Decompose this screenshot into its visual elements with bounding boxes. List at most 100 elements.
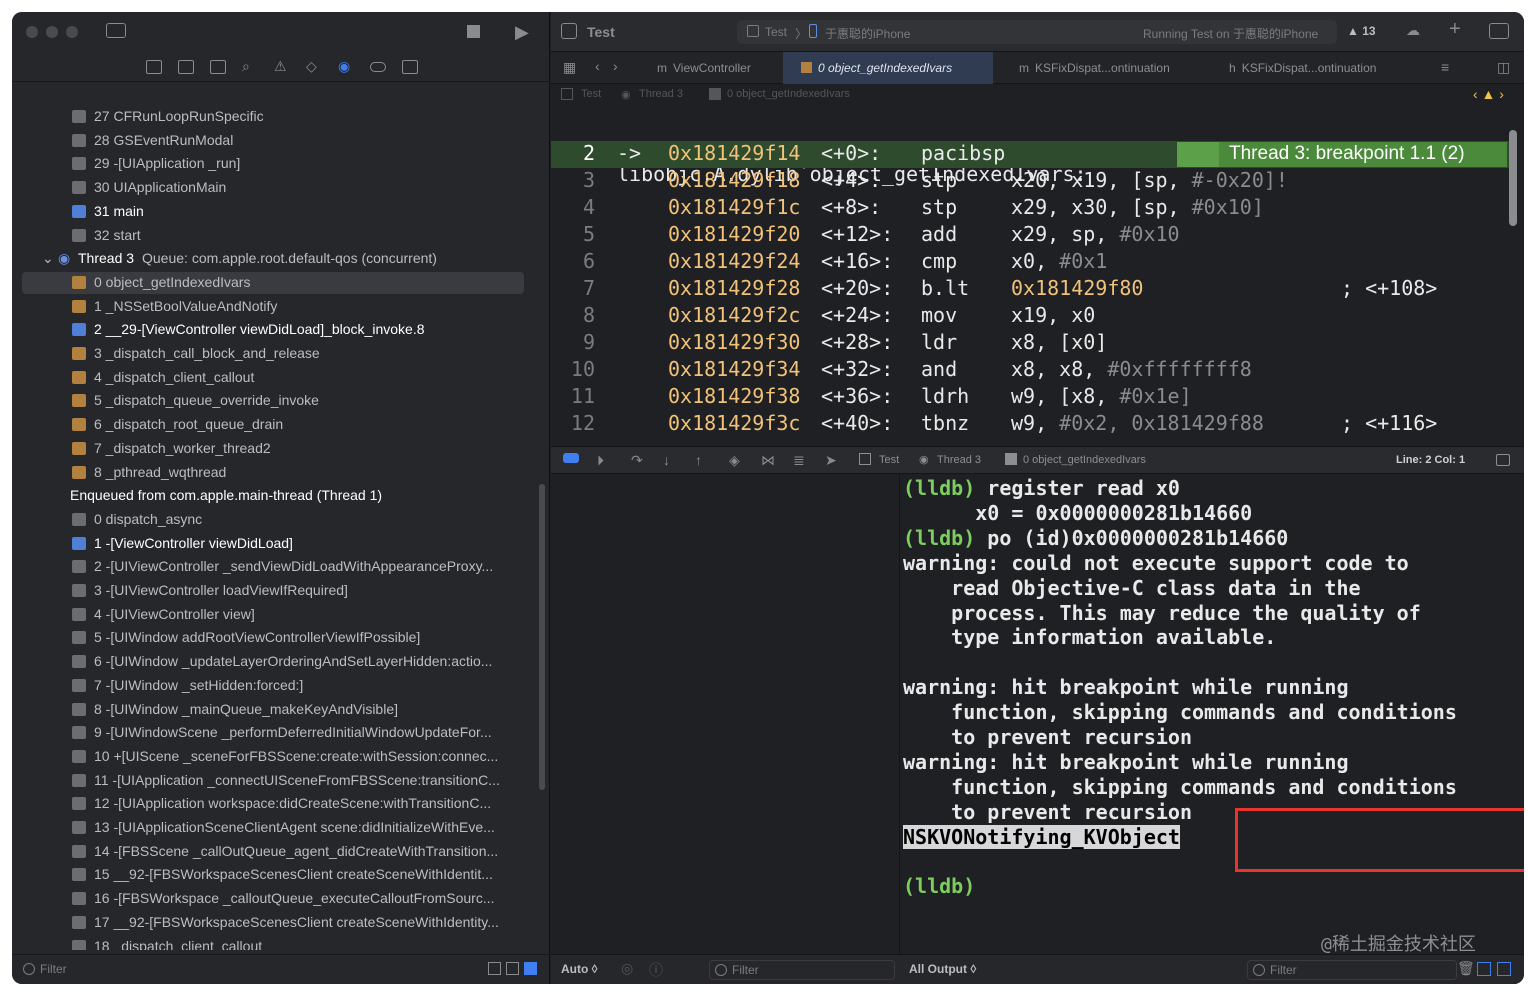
info-icon[interactable]: ⓘ (649, 960, 663, 980)
stack-frame[interactable]: 10 +[UIScene _sceneForFBSScene:create:wi… (12, 746, 542, 768)
scheme-name[interactable]: Test (765, 25, 787, 39)
thread-row[interactable]: ⌄ ◉ Thread 3 Queue: com.apple.root.default-… (12, 248, 542, 270)
navigator-filter-field[interactable]: Filter (18, 960, 478, 980)
grid-icon[interactable]: ▦ (563, 59, 576, 76)
lldb-console[interactable]: (lldb) register read x0 x0 = 0x000000028… (901, 474, 1524, 954)
stack-frame[interactable]: 2 __29-[ViewController viewDidLoad]_bloc… (12, 319, 542, 341)
show-variables-icon[interactable] (1477, 962, 1491, 976)
stack-frame[interactable]: 12 -[UIApplication workspace:didCreateSc… (12, 793, 542, 815)
stack-frame[interactable]: 18 _dispatch_client_callout (12, 936, 542, 950)
debug-path-item[interactable]: Thread 3 (937, 454, 981, 466)
close-window-button[interactable] (26, 26, 38, 38)
jumpbar-item[interactable]: 0 object_getIndexedIvars (727, 88, 850, 100)
environment-icon[interactable]: ≣ (793, 452, 805, 469)
cloud-icon[interactable]: ☁ (1406, 22, 1420, 39)
jump-bar[interactable]: Test ◉ Thread 3 0 object_getIndexedIvars… (551, 84, 1524, 106)
memory-graph-icon[interactable]: ⋈ (761, 452, 775, 469)
show-console-icon[interactable] (1497, 962, 1511, 976)
test-navigator-icon[interactable]: ◇ (306, 58, 317, 75)
location-icon[interactable]: ➤ (825, 452, 837, 469)
forward-icon[interactable]: › (613, 58, 618, 74)
zoom-window-button[interactable] (66, 26, 78, 38)
editor-options-icon[interactable]: ≡ (1441, 59, 1449, 75)
variables-view[interactable] (551, 474, 900, 954)
split-editor-icon[interactable]: ◫ (1497, 59, 1510, 76)
breakpoint-navigator-icon[interactable] (370, 62, 386, 72)
stack-frame[interactable]: 4 -[UIViewController view] (12, 604, 542, 626)
stack-frame[interactable]: 8 -[UIWindow _mainQueue_makeKeyAndVisibl… (12, 699, 542, 721)
sidebar-toggle-icon[interactable] (106, 23, 126, 38)
trash-icon[interactable]: 🗑 (1457, 960, 1475, 977)
add-icon[interactable]: + (1449, 18, 1461, 41)
stack-frame[interactable]: 14 -[FBSScene _callOutQueue_agent_didCre… (12, 841, 542, 863)
inspector-toggle-icon[interactable] (1489, 23, 1509, 39)
stack-frame[interactable]: 29 -[UIApplication _run] (12, 153, 542, 175)
issue-nav-icon[interactable]: ‹ ▲ › (1473, 86, 1504, 102)
filter-option-icon[interactable] (524, 962, 537, 975)
stack-frame[interactable]: 2 -[UIViewController _sendViewDidLoadWit… (12, 556, 542, 578)
stack-frame[interactable]: 3 -[UIViewController loadViewIfRequired] (12, 580, 542, 602)
debug-path-item[interactable]: 0 object_getIndexedIvars (1023, 454, 1146, 466)
symbol-navigator-icon[interactable] (210, 60, 226, 74)
stack-frame[interactable]: 3 _dispatch_call_block_and_release (12, 343, 542, 365)
chevron-down-icon[interactable]: ⌄ (42, 250, 54, 267)
stack-frame[interactable]: 4 _dispatch_client_callout (12, 367, 542, 389)
stack-frame[interactable]: 0 object_getIndexedIvars (22, 271, 524, 294)
stack-frame[interactable]: 15 __92-[FBSWorkspaceScenesClient create… (12, 864, 542, 886)
stack-frame[interactable]: 31 main (12, 201, 542, 223)
panel-toggle-icon[interactable] (1496, 454, 1510, 466)
stack-frame[interactable]: 8 _pthread_wqthread (12, 462, 542, 484)
device-name[interactable]: 于惠聪的iPhone (825, 25, 910, 42)
stop-icon[interactable] (467, 25, 480, 38)
stack-frame[interactable]: 6 -[UIWindow _updateLayerOrderingAndSetL… (12, 651, 542, 673)
back-icon[interactable]: ‹ (595, 58, 600, 74)
output-select[interactable]: All Output ◊ (909, 962, 976, 976)
eye-icon[interactable]: ◎ (621, 960, 633, 977)
stack-frame[interactable]: 5 -[UIWindow addRootViewControllerViewIf… (12, 627, 542, 649)
stack-frame[interactable]: 7 -[UIWindow _setHidden:forced:] (12, 675, 542, 697)
variables-scope-select[interactable]: Auto ◊ (561, 962, 598, 976)
stack-frame[interactable]: 17 __92-[FBSWorkspaceScenesClient create… (12, 912, 542, 934)
stack-frame[interactable]: 1 _NSSetBoolValueAndNotify (12, 296, 542, 318)
find-navigator-icon[interactable]: ⌕ (242, 58, 250, 75)
hide-debug-area-icon[interactable] (563, 453, 579, 463)
stack-frame[interactable]: 0 dispatch_async (12, 509, 542, 531)
report-navigator-icon[interactable] (402, 60, 418, 74)
minimize-window-button[interactable] (46, 26, 58, 38)
editor-tab[interactable]: m KSFixDispat...ontinuation (1001, 52, 1201, 84)
debug-path-item[interactable]: Test (879, 454, 899, 466)
console-filter-field[interactable]: Filter (1247, 960, 1457, 980)
step-out-icon[interactable]: ↑ (695, 452, 702, 468)
disassembly-editor[interactable]: 1 libobjc.A.dylib`object_getIndexedIvars… (551, 106, 1524, 446)
stack-frame[interactable]: 9 -[UIWindowScene _performDeferredInitia… (12, 722, 542, 744)
stack-frame[interactable]: 7 _dispatch_worker_thread2 (12, 438, 542, 460)
stack-frame[interactable]: 32 start (12, 225, 542, 247)
filter-option-icon[interactable] (506, 962, 519, 975)
debug-navigator-icon[interactable]: ◉ (338, 58, 350, 75)
editor-scrollbar[interactable] (1509, 130, 1517, 226)
stack-frame[interactable]: 5 _dispatch_queue_override_invoke (12, 390, 542, 412)
continue-icon[interactable]: ⏵ (597, 452, 604, 469)
editor-tab[interactable]: 0 object_getIndexedIvars (783, 52, 993, 84)
stack-frame[interactable]: 1 -[ViewController viewDidLoad] (12, 533, 542, 555)
step-over-icon[interactable]: ↷ (631, 452, 643, 469)
stack-frame[interactable]: 6 _dispatch_root_queue_drain (12, 414, 542, 436)
variables-filter-field[interactable]: Filter (709, 960, 895, 980)
stack-frame[interactable]: 13 -[UIApplicationSceneClientAgent scene… (12, 817, 542, 839)
jumpbar-item[interactable]: Test (581, 88, 601, 100)
source-control-icon[interactable] (178, 60, 194, 74)
editor-tab[interactable]: h KSFixDispat...ontinuation (1211, 52, 1411, 84)
editor-tab[interactable]: m ViewController (639, 52, 799, 84)
run-icon[interactable]: ▶ (515, 22, 529, 43)
view-hierarchy-icon[interactable]: ◈ (729, 452, 740, 469)
project-navigator-icon[interactable] (146, 60, 162, 74)
navigator-scrollbar[interactable] (539, 484, 545, 790)
issue-navigator-icon[interactable]: ⚠ (274, 58, 287, 75)
stack-frame[interactable]: 11 -[UIApplication _connectUISceneFromFB… (12, 770, 542, 792)
stack-frame[interactable]: 27 CFRunLoopRunSpecific (12, 106, 542, 128)
stack-frame[interactable]: 16 -[FBSWorkspace _calloutQueue_executeC… (12, 888, 542, 910)
step-into-icon[interactable]: ↓ (663, 452, 670, 468)
activity-area[interactable]: Test 〉 于惠聪的iPhone Running Test on 于惠聪的iP… (737, 20, 1337, 44)
jumpbar-item[interactable]: Thread 3 (639, 88, 683, 100)
filter-option-icon[interactable] (488, 962, 501, 975)
